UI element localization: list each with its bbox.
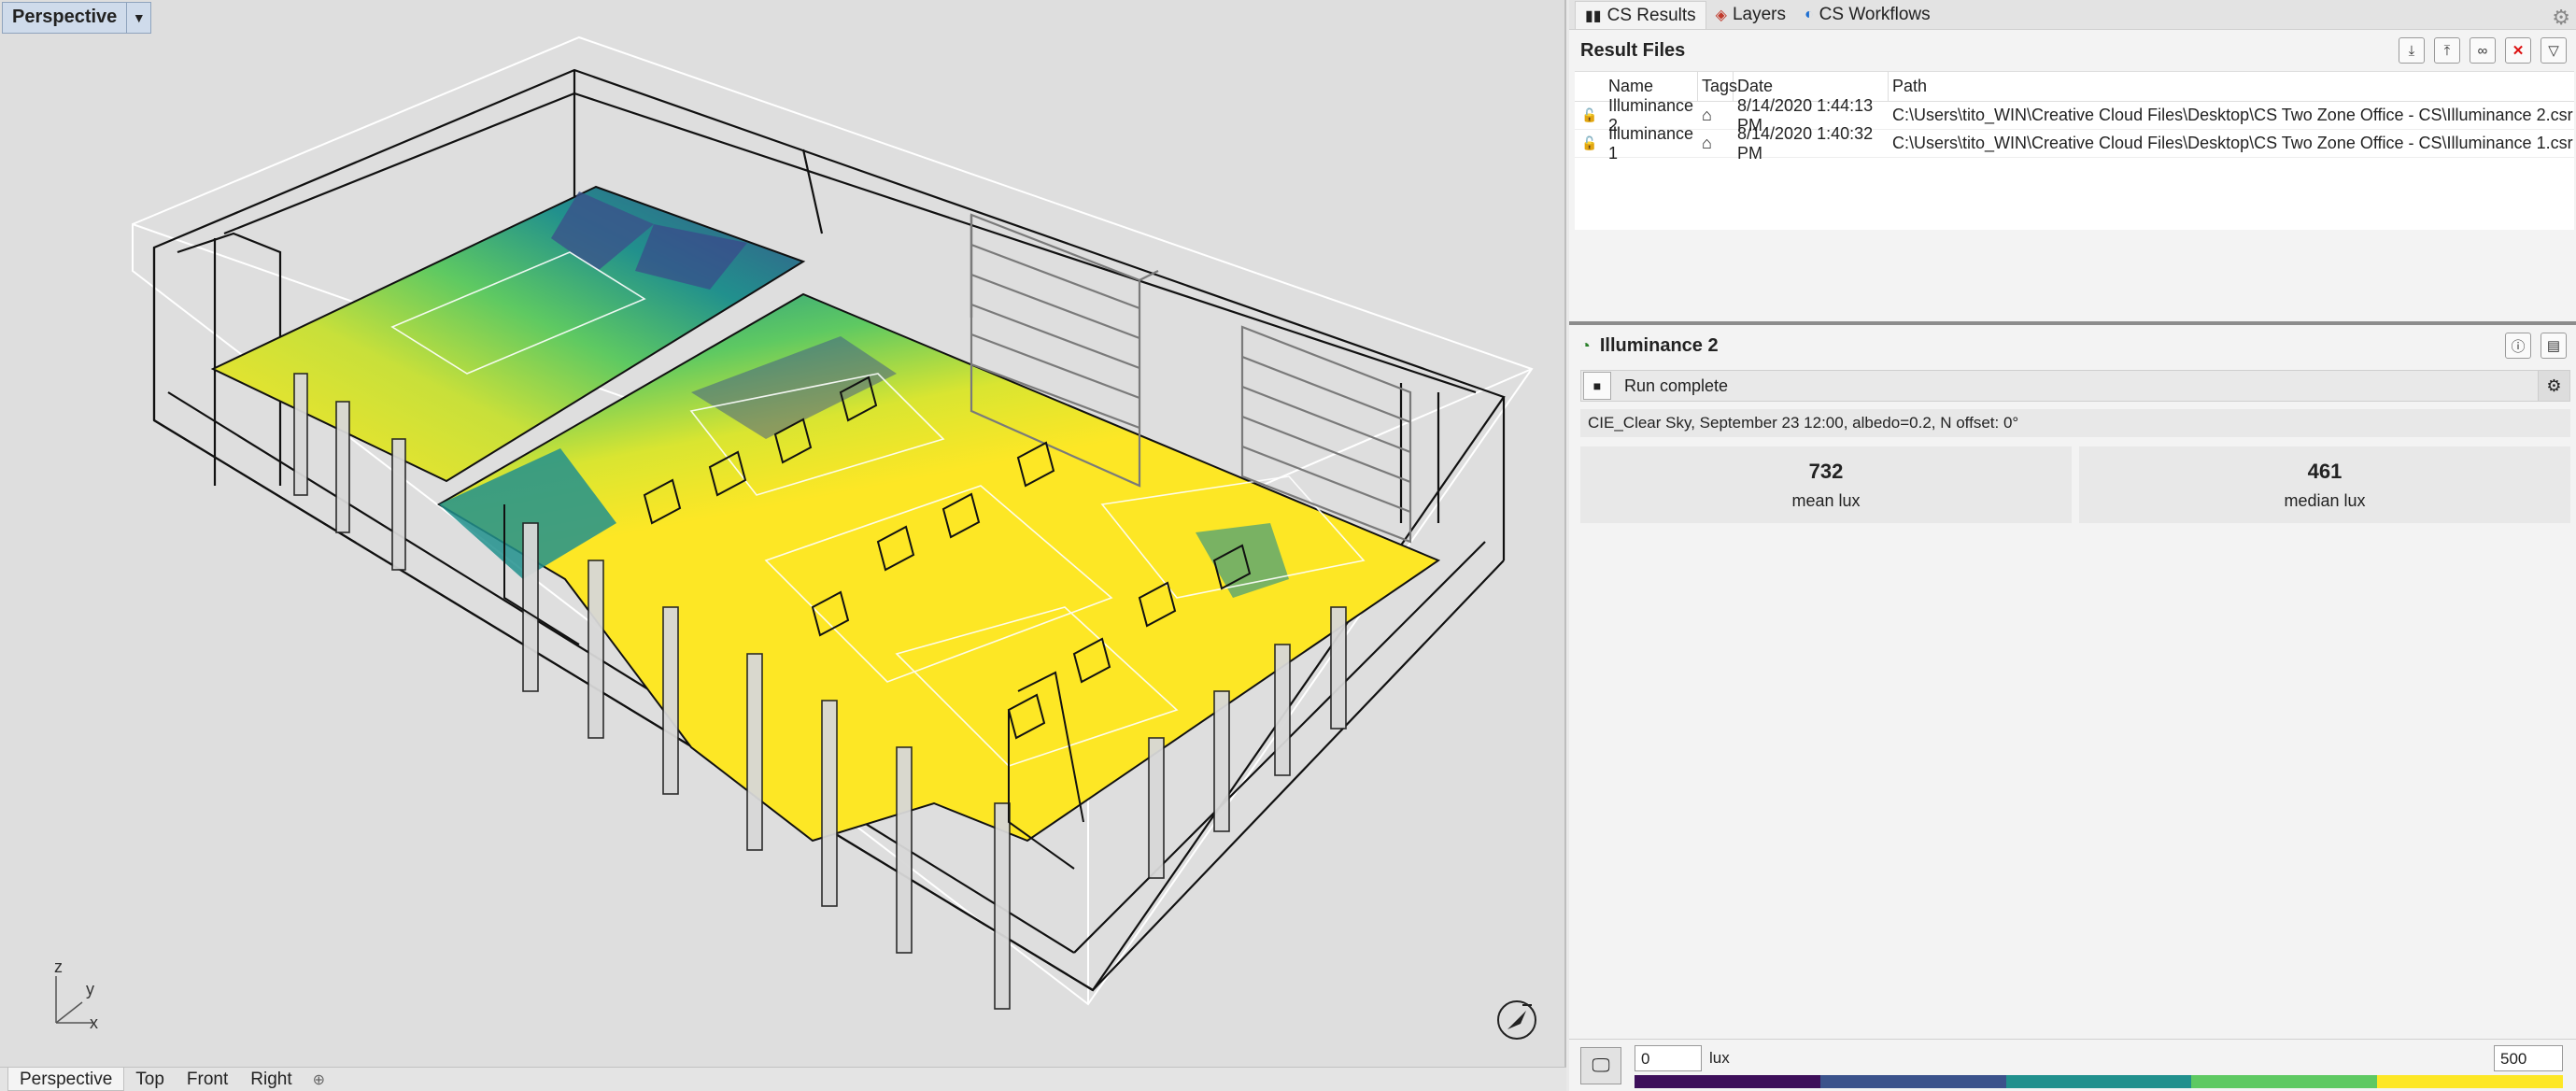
monitor-icon[interactable]: 🖵 [1580, 1047, 1621, 1084]
stop-button[interactable]: ■ [1583, 372, 1611, 400]
delete-icon[interactable]: ✕ [2505, 37, 2531, 64]
median-label: median lux [2284, 490, 2366, 510]
gear-icon[interactable]: ⚙ [2538, 371, 2569, 401]
median-stat: 461 median lux [2079, 446, 2570, 523]
legend-unit: lux [1709, 1049, 1730, 1067]
mean-label: mean lux [1791, 490, 1861, 510]
axis-z-label: z [54, 957, 63, 976]
column-path[interactable]: Path [1889, 72, 2574, 101]
lock-icon: 🔓 [1581, 135, 1598, 150]
tab-cs-results-label: CS Results [1606, 5, 1696, 25]
legend-min-input[interactable]: 0 [1635, 1045, 1702, 1071]
column-tags[interactable]: Tags [1698, 72, 1737, 101]
chart-icon: ▮▮ [1585, 7, 1602, 24]
viewport-perspective[interactable]: Perspective ▼ z y x [0, 0, 1566, 1067]
lock-icon: 🔓 [1581, 107, 1598, 122]
tab-cs-results[interactable]: ▮▮ CS Results [1575, 1, 1706, 29]
result-files-table: Name Tags Date Path 🔓 Illuminance 2 ⌂ 8/… [1575, 71, 2574, 230]
result-files-toolbar: ⤓ ⤒ ∞ ✕ ▽ [2399, 37, 2567, 64]
chevron-down-icon[interactable]: ▼ [126, 3, 150, 33]
legend-color-scale [1635, 1075, 2563, 1088]
row-name: Illuminance 1 [1608, 123, 1694, 163]
compass-icon[interactable] [1494, 998, 1539, 1042]
link-icon[interactable]: ∞ [2470, 37, 2496, 64]
tab-right[interactable]: Right [239, 1068, 303, 1091]
legend-band-3 [2191, 1075, 2378, 1088]
row-path: C:\Users\tito_WIN\Creative Cloud Files\D… [1892, 134, 2573, 152]
row-path: C:\Users\tito_WIN\Creative Cloud Files\D… [1892, 106, 2573, 124]
run-status-bar: ■ Run complete ⚙ [1580, 370, 2570, 402]
legend-band-2 [2005, 1075, 2192, 1088]
viewport-tabs: Perspective Top Front Right ⊕ [0, 1067, 1566, 1091]
table-row[interactable]: 🔓 Illuminance 1 ⌂ 8/14/2020 1:40:32 PM C… [1575, 123, 2574, 163]
export-icon[interactable]: ⤒ [2434, 37, 2460, 64]
tab-perspective[interactable]: Perspective [7, 1068, 125, 1091]
mean-value: 732 [1808, 459, 1844, 483]
detail-header: ◔ Illuminance 2 ⓘ ▤ [1569, 325, 2576, 366]
tag-icon[interactable]: ⌂ [1698, 130, 1734, 157]
add-view-icon[interactable]: ⊕ [304, 1068, 334, 1091]
result-files-header: Result Files ⤓ ⤒ ∞ ✕ ▽ [1569, 30, 2576, 71]
legend-bar: 🖵 0 lux 500 [1569, 1039, 2576, 1091]
results-panel: ▮▮ CS Results ◈ Layers ◐ CS Workflows ⚙ … [1569, 0, 2576, 1091]
tag-icon[interactable]: ⌂ [1698, 102, 1734, 129]
import-icon[interactable]: ⤓ [2399, 37, 2425, 64]
filter-icon[interactable]: ▽ [2541, 37, 2567, 64]
tab-cs-workflows-label: CS Workflows [1819, 5, 1931, 24]
detail-title: Illuminance 2 [1599, 334, 1719, 356]
legend-band-1 [1819, 1075, 2006, 1088]
viewport-title-label: Perspective [12, 7, 118, 27]
stats-row: 732 mean lux 461 median lux [1580, 446, 2570, 523]
layers-icon: ◈ [1715, 7, 1727, 23]
median-value: 461 [2307, 459, 2342, 483]
tab-layers[interactable]: ◈ Layers [1706, 1, 1795, 29]
viewport-title[interactable]: Perspective ▼ [2, 2, 152, 34]
axis-x-label: x [90, 1013, 98, 1032]
tab-cs-workflows[interactable]: ◐ CS Workflows [1795, 1, 1940, 29]
sky-description: CIE_Clear Sky, September 23 12:00, albed… [1580, 409, 2570, 437]
result-files-title: Result Files [1580, 39, 1686, 61]
run-status-text: Run complete [1624, 375, 1729, 395]
document-icon[interactable]: ▤ [2541, 333, 2567, 359]
panel-tabs: ▮▮ CS Results ◈ Layers ◐ CS Workflows ⚙ [1569, 0, 2576, 30]
gear-icon[interactable]: ⚙ [2552, 6, 2570, 30]
info-icon[interactable]: ⓘ [2505, 333, 2531, 359]
model-scene[interactable] [0, 0, 1566, 1067]
tab-top[interactable]: Top [124, 1068, 176, 1091]
tab-layers-label: Layers [1732, 5, 1786, 24]
legend-band-0 [1635, 1075, 1820, 1088]
tab-front[interactable]: Front [176, 1068, 239, 1091]
result-clock-icon: ◔ [1580, 335, 1591, 355]
workflow-icon: ◐ [1804, 7, 1814, 22]
legend-max-input[interactable]: 500 [2494, 1045, 2563, 1071]
axis-y-label: y [86, 980, 94, 999]
row-date: 8/14/2020 1:40:32 PM [1737, 123, 1874, 163]
table-header: Name Tags Date Path [1575, 72, 2574, 102]
table-row[interactable]: 🔓 Illuminance 2 ⌂ 8/14/2020 1:44:13 PM C… [1575, 96, 2574, 135]
legend-band-4 [2377, 1075, 2563, 1088]
axis-indicator: z y x [37, 957, 121, 1041]
mean-stat: 732 mean lux [1580, 446, 2072, 523]
